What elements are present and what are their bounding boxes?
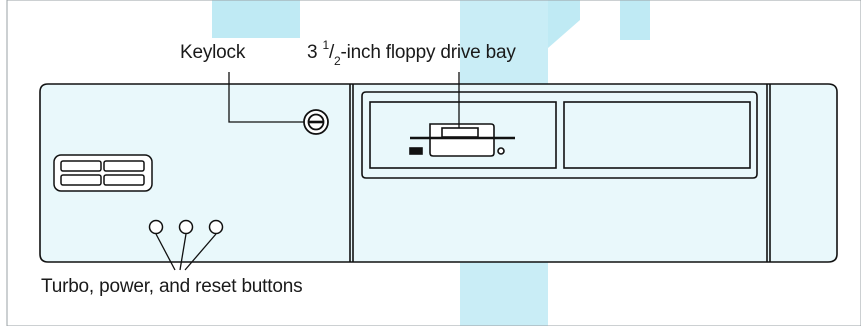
spare-bay bbox=[563, 101, 751, 169]
floppy-button bbox=[497, 147, 505, 155]
computer-front-panel-diagram: Keylock 3 1/2-inch floppy drive bay Turb… bbox=[0, 0, 861, 326]
turbo-button bbox=[148, 219, 164, 235]
power-button bbox=[178, 219, 194, 235]
floppy-label-denominator: 2 bbox=[334, 53, 341, 68]
vent-slot bbox=[60, 174, 102, 186]
floppy-label-suffix: -inch floppy drive bay bbox=[340, 42, 516, 63]
watermark-notch bbox=[548, 0, 580, 48]
vent-slot bbox=[103, 160, 145, 172]
floppy-eject-recess bbox=[441, 127, 479, 138]
keylock-icon bbox=[303, 109, 329, 135]
floppy-label-numerator: 1 bbox=[322, 37, 329, 52]
watermark-block-right bbox=[620, 0, 650, 40]
keylock-label: Keylock bbox=[180, 42, 246, 63]
vent-slot bbox=[60, 160, 102, 172]
vent-slot bbox=[103, 174, 145, 186]
front-buttons bbox=[148, 219, 224, 235]
buttons-label: Turbo, power, and reset buttons bbox=[41, 276, 303, 297]
floppy-led bbox=[409, 147, 423, 155]
reset-button bbox=[208, 219, 224, 235]
vent-grille bbox=[53, 154, 153, 192]
watermark-block-left bbox=[212, 0, 300, 38]
floppy-label-prefix: 3 bbox=[307, 42, 323, 63]
floppy-bay-label: 3 1/2-inch floppy drive bay bbox=[307, 39, 516, 67]
drive-bay-frame bbox=[361, 91, 758, 179]
